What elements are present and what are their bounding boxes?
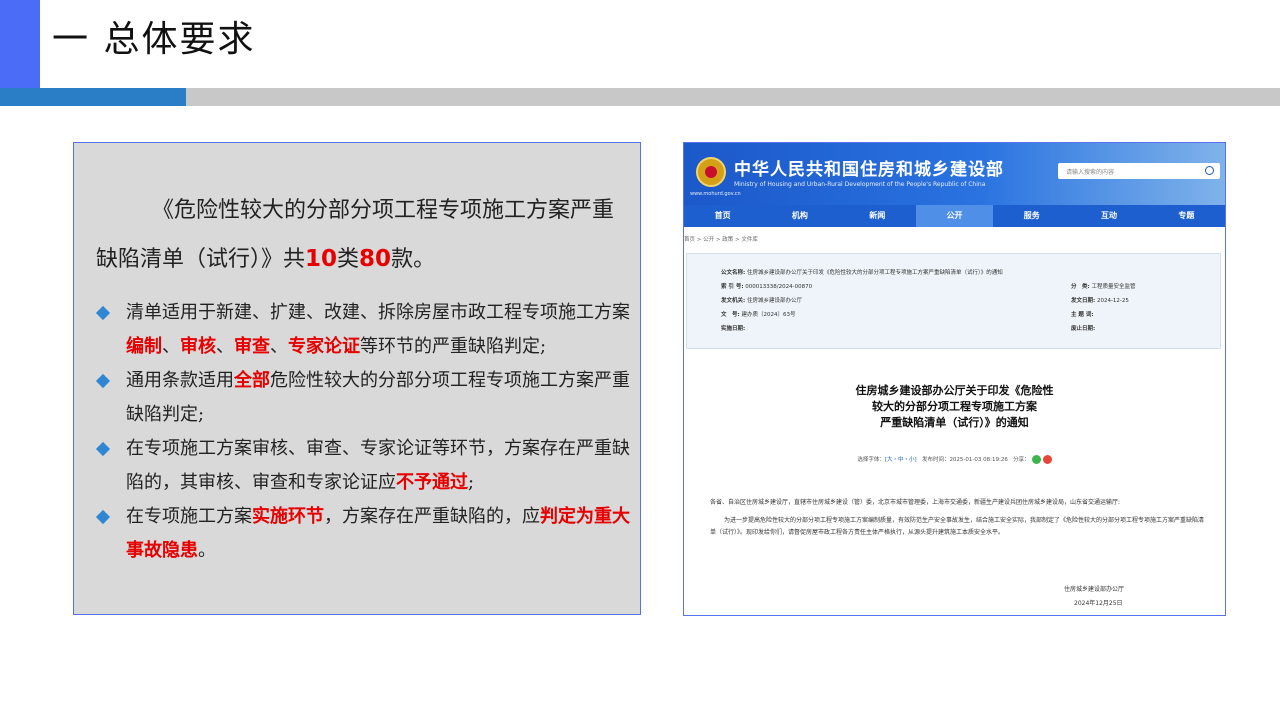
list-item: 清单适用于新建、扩建、改建、拆除房屋市政工程专项施工方案编制、审核、审查、专家论… (95, 296, 636, 364)
bullet-highlight: 审查 (234, 336, 270, 357)
meta-impl-date: 实施日期: (721, 326, 746, 332)
bullet-text: 、 (162, 336, 180, 357)
font-size-options[interactable]: [大・中・小] (885, 457, 917, 463)
meta-number: 文 号: 建办质〔2024〕63号 (721, 312, 796, 318)
nav-item-interact[interactable]: 互动 (1070, 205, 1147, 227)
breadcrumb[interactable]: 首页 > 公开 > 政策 > 文件库 (684, 235, 758, 243)
item-count: 80 (359, 246, 392, 272)
publish-time: 发布时间：2025-01-03 08:19:26 (921, 457, 1008, 463)
article-paragraph: 为进一步提高危险性较大的分部分项工程专项施工方案编制质量，有效防范生产安全事故发… (710, 517, 1205, 536)
nav-item-topics[interactable]: 专题 (1148, 205, 1225, 227)
national-emblem-icon (696, 157, 726, 187)
page-title: 一 总体要求 (52, 19, 256, 60)
bullet-highlight: 编制 (126, 336, 162, 357)
bullet-text: 在专项施工方案审核、审查、专家论证等环节，方案存在严重缺陷的，其审核、审查和专家… (126, 438, 630, 493)
nav-item-home[interactable]: 首页 (684, 205, 761, 227)
intro-text-end: 款。 (391, 247, 436, 272)
bullet-text: ，方案存在严重缺陷的，应 (324, 506, 540, 527)
diamond-bullet-icon (95, 305, 111, 321)
requirements-panel: 《危险性较大的分部分项工程专项施工方案严重缺陷清单（试行）》共10类80款。 清… (73, 142, 641, 615)
bullet-highlight: 全部 (234, 370, 270, 391)
meta-index: 索 引 号: 000013338/2024-00870 (721, 284, 813, 290)
signature-org: 住房城乡建设部办公厅 (1064, 586, 1125, 593)
bullet-text: 。 (198, 540, 216, 561)
bullet-text: 、 (216, 336, 234, 357)
signature-date: 2024年12月25日 (1074, 600, 1123, 607)
article-paragraph: 各省、自治区住房城乡建设厅，直辖市住房城乡建设（管）委，北京市城市管理委，上海市… (710, 499, 1121, 506)
nav-item-public[interactable]: 公开 (915, 205, 994, 227)
weibo-share-icon[interactable] (1042, 455, 1052, 464)
bullet-text: 、 (270, 336, 288, 357)
nav-item-service[interactable]: 服务 (993, 205, 1070, 227)
nav-item-news[interactable]: 新闻 (839, 205, 916, 227)
meta-category: 分 类: 工程质量安全监管 (1071, 284, 1136, 290)
bullet-text: ; (468, 472, 475, 493)
meta-topic: 主 题 词: (1071, 312, 1094, 318)
search-input[interactable]: 请输入搜索的内容 (1058, 163, 1220, 179)
category-count: 10 (305, 246, 338, 272)
site-nav: 首页 机构 新闻 公开 服务 互动 专题 (684, 205, 1225, 227)
intro-text-mid: 类 (337, 247, 360, 272)
diamond-bullet-icon (95, 373, 111, 389)
wechat-share-icon[interactable] (1031, 455, 1041, 464)
meta-expire-date: 废止日期: (1071, 326, 1096, 332)
nav-item-org[interactable]: 机构 (761, 205, 838, 227)
bullet-highlight: 审核 (180, 336, 216, 357)
font-size-label: 选择字体： (857, 457, 885, 463)
bullet-highlight: 不予通过 (396, 472, 468, 493)
meta-date: 发文日期: 2024-12-25 (1071, 298, 1129, 304)
share-label: 分享： (1013, 457, 1030, 463)
search-icon[interactable] (1205, 166, 1214, 175)
bullet-text: 通用条款适用 (126, 370, 234, 391)
diamond-bullet-icon (95, 441, 111, 457)
header-accent-bar (0, 0, 40, 88)
intro-paragraph: 《危险性较大的分部分项工程专项施工方案严重缺陷清单（试行）》共10类80款。 (96, 187, 616, 284)
article-title-line: 较大的分部分项工程专项施工方案 (872, 400, 1037, 413)
site-title: 中华人民共和国住房和城乡建设部 (734, 160, 1004, 180)
site-subtitle: Ministry of Housing and Urban-Rural Deve… (734, 181, 986, 188)
search-placeholder: 请输入搜索的内容 (1066, 169, 1115, 176)
meta-name: 公文名称: 住房城乡建设部办公厅关于印发《危险性较大的分部分项工程专项施工方案严… (721, 270, 1003, 276)
bullet-text: 清单适用于新建、扩建、改建、拆除房屋市政工程专项施工方案 (126, 302, 630, 323)
site-url: www.mohurd.gov.cn (690, 191, 741, 197)
list-item: 在专项施工方案审核、审查、专家论证等环节，方案存在严重缺陷的，其审核、审查和专家… (95, 432, 636, 500)
header-divider (0, 88, 1280, 106)
article-title-line: 住房城乡建设部办公厅关于印发《危险性 (855, 384, 1054, 397)
bullet-list: 清单适用于新建、扩建、改建、拆除房屋市政工程专项施工方案编制、审核、审查、专家论… (95, 296, 636, 568)
diamond-bullet-icon (95, 509, 111, 525)
article-body: 各省、自治区住房城乡建设厅，直辖市住房城乡建设（管）委，北京市城市管理委，上海市… (710, 497, 1205, 545)
document-screenshot: 中华人民共和国住房和城乡建设部 Ministry of Housing and … (683, 142, 1226, 616)
list-item: 在专项施工方案实施环节，方案存在严重缺陷的，应判定为重大事故隐患。 (95, 500, 636, 568)
article-title: 住房城乡建设部办公厅关于印发《危险性 较大的分部分项工程专项施工方案 严重缺陷清… (684, 383, 1225, 431)
site-banner: 中华人民共和国住房和城乡建设部 Ministry of Housing and … (684, 143, 1225, 205)
bullet-text: 在专项施工方案 (126, 506, 252, 527)
bullet-highlight: 实施环节 (252, 506, 324, 527)
article-info: 选择字体：[大・中・小] 发布时间：2025-01-03 08:19:26 分享… (684, 455, 1225, 464)
meta-org: 发文机关: 住房城乡建设部办公厅 (721, 298, 802, 304)
article-title-line: 严重缺陷清单（试行）》的通知 (880, 416, 1029, 429)
header-divider-accent (0, 88, 186, 106)
document-metadata: 公文名称: 住房城乡建设部办公厅关于印发《危险性较大的分部分项工程专项施工方案严… (686, 253, 1221, 349)
bullet-text: 等环节的严重缺陷判定; (360, 336, 547, 357)
bullet-highlight: 专家论证 (288, 336, 360, 357)
list-item: 通用条款适用全部危险性较大的分部分项工程专项施工方案严重缺陷判定; (95, 364, 636, 432)
